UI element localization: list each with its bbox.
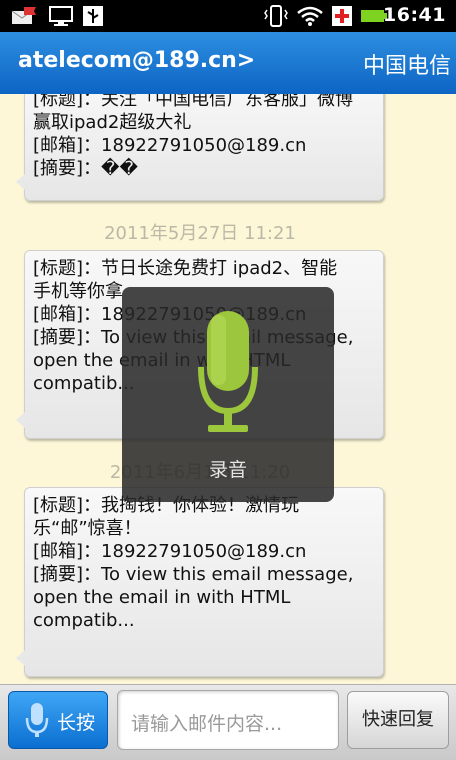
status-bar: 16:41 — [0, 0, 456, 32]
hold-to-talk-button[interactable]: 长按 — [8, 691, 108, 749]
message-bubble[interactable]: [标题]：关注「中国电信广东客服」微博 赢取ipad2超级大礼 [邮箱]：189… — [16, 94, 384, 201]
message-line: compatib... — [33, 610, 135, 631]
message-bubble[interactable]: [标题]：我掏钱！你体验！激情玩 乐“邮”惊喜！ [邮箱]：1892279105… — [16, 487, 384, 677]
message-line: [摘要]：To view this email message, — [33, 564, 354, 585]
message-line: [邮箱]：18922791050@189.cn — [33, 135, 307, 156]
message-line: [标题]：关注「中国电信广东客服」微博 — [33, 94, 354, 110]
message-input-placeholder: 请输入邮件内容... — [131, 713, 283, 735]
sender-address[interactable]: atelecom@189.cn> — [18, 48, 255, 73]
message-line: [摘要]：�� — [33, 158, 138, 179]
hold-to-talk-label: 长按 — [57, 712, 96, 734]
usb-icon — [83, 6, 103, 26]
monitor-icon — [49, 6, 73, 26]
recording-label: 录音 — [208, 459, 247, 481]
vibrate-icon — [264, 5, 288, 27]
message-line: 赢取ipad2超级大礼 — [33, 112, 192, 133]
email-flag-icon — [11, 7, 36, 24]
message-line: [邮箱]：18922791050@189.cn — [33, 541, 307, 562]
message-line: 乐“邮”惊喜！ — [33, 518, 142, 539]
title-bar: atelecom@189.cn> 中国电信 — [0, 32, 456, 94]
red-cross-icon — [332, 6, 352, 26]
microphone-icon — [25, 703, 49, 737]
message-line: open the email in with HTML — [33, 587, 291, 608]
composer-bar: 长按 请输入邮件内容... 快速回复 — [0, 684, 456, 760]
message-input[interactable]: 请输入邮件内容... — [117, 690, 339, 750]
timestamp: 2011年5月27日 11:21 — [104, 223, 296, 244]
clock: 16:41 — [383, 4, 446, 26]
microphone-icon — [198, 311, 258, 432]
quick-reply-button[interactable]: 快速回复 — [347, 691, 449, 749]
wifi-icon — [297, 6, 323, 26]
recording-overlay: 录音 — [122, 287, 334, 502]
sender-name: 中国电信 — [363, 54, 452, 79]
message-line: [标题]：节日长途免费打 ipad2、智能 — [33, 258, 338, 279]
